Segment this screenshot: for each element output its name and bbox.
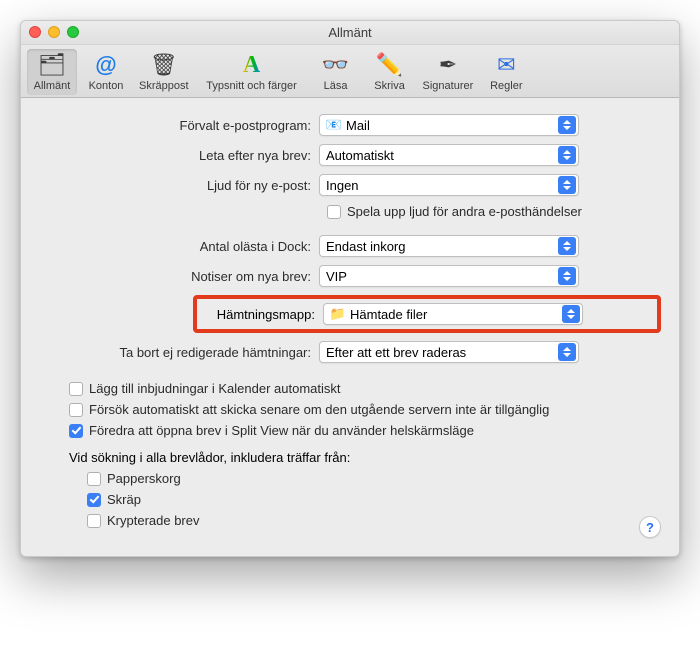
retry-send-checkbox[interactable]: Försök automatiskt att skicka senare om …: [69, 402, 661, 417]
checkbox-input[interactable]: [69, 403, 83, 417]
folder-icon: 📁: [330, 306, 346, 322]
calendar-invites-checkbox[interactable]: Lägg till inbjudningar i Kalender automa…: [69, 381, 661, 396]
general-options: Lägg till inbjudningar i Kalender automa…: [39, 381, 661, 438]
chevron-updown-icon: [558, 146, 576, 164]
toolbar-tab-general[interactable]: 🗂 Allmänt: [27, 49, 77, 95]
checkbox-input[interactable]: [87, 493, 101, 507]
check-mail-label: Leta efter nya brev:: [39, 148, 319, 163]
select-value: VIP: [326, 269, 558, 284]
toolbar-label: Signaturer: [423, 80, 474, 92]
help-button[interactable]: ?: [639, 516, 661, 538]
search-encrypted-checkbox[interactable]: Krypterade brev: [87, 513, 661, 528]
toolbar-label: Allmänt: [34, 80, 71, 92]
chevron-updown-icon: [558, 237, 576, 255]
split-view-checkbox[interactable]: Föredra att öppna brev i Split View när …: [69, 423, 661, 438]
mail-icon: 📧: [326, 117, 342, 133]
play-other-sounds-checkbox[interactable]: Spela upp ljud för andra e-posthändelser: [327, 204, 582, 219]
search-section: Vid sökning i alla brevlådor, inkludera …: [39, 450, 661, 528]
remove-downloads-label: Ta bort ej redigerade hämtningar:: [39, 345, 319, 360]
toolbar-tab-fonts[interactable]: A Typsnitt och färger: [197, 49, 307, 95]
downloads-label: Hämtningsmapp:: [203, 307, 323, 322]
checkbox-label: Spela upp ljud för andra e-posthändelser: [347, 204, 582, 219]
checkbox-input[interactable]: [87, 472, 101, 486]
window-controls: [29, 26, 79, 38]
toolbar-label: Typsnitt och färger: [206, 80, 297, 92]
accounts-icon: @: [90, 51, 122, 79]
checkbox-label: Föredra att öppna brev i Split View när …: [89, 423, 474, 438]
checkbox-input[interactable]: [87, 514, 101, 528]
toolbar-tab-signatures[interactable]: ✒︎ Signaturer: [419, 49, 478, 95]
titlebar: Allmänt: [21, 21, 679, 45]
search-trash-checkbox[interactable]: Papperskorg: [87, 471, 661, 486]
toolbar-tab-rules[interactable]: ✉︎ Regler: [481, 49, 531, 95]
toolbar-label: Regler: [490, 80, 522, 92]
help-label: ?: [646, 520, 654, 535]
toolbar-label: Skriva: [374, 80, 405, 92]
downloads-highlight: Hämtningsmapp: 📁 Hämtade filer: [193, 295, 661, 333]
write-icon: ✏️: [374, 51, 406, 79]
toolbar-label: Konton: [89, 80, 124, 92]
search-junk-checkbox[interactable]: Skräp: [87, 492, 661, 507]
preferences-window: Allmänt 🗂 Allmänt @ Konton 🗑 Skräppost A…: [20, 20, 680, 557]
toolbar-label: Läsa: [324, 80, 348, 92]
dock-unread-label: Antal olästa i Dock:: [39, 239, 319, 254]
select-value: Ingen: [326, 178, 558, 193]
downloads-select[interactable]: 📁 Hämtade filer: [323, 303, 583, 325]
fonts-icon: A: [236, 51, 268, 79]
signatures-icon: ✒︎: [432, 51, 464, 79]
toolbar-tab-accounts[interactable]: @ Konton: [81, 49, 131, 95]
toolbar-tab-read[interactable]: 👓 Läsa: [311, 49, 361, 95]
checkbox-input[interactable]: [69, 382, 83, 396]
chevron-updown-icon: [558, 176, 576, 194]
checkbox-label: Papperskorg: [107, 471, 181, 486]
checkbox-label: Skräp: [107, 492, 141, 507]
close-icon[interactable]: [29, 26, 41, 38]
junk-icon: 🗑: [148, 51, 180, 79]
toolbar: 🗂 Allmänt @ Konton 🗑 Skräppost A Typsnit…: [21, 45, 679, 98]
toolbar-tab-write[interactable]: ✏️ Skriva: [365, 49, 415, 95]
default-client-select[interactable]: 📧 Mail: [319, 114, 579, 136]
checkbox-label: Lägg till inbjudningar i Kalender automa…: [89, 381, 341, 396]
toolbar-label: Skräppost: [139, 80, 189, 92]
dock-unread-select[interactable]: Endast inkorg: [319, 235, 579, 257]
minimize-icon[interactable]: [48, 26, 60, 38]
content-pane: Förvalt e-postprogram: 📧 Mail Leta efter…: [21, 98, 679, 556]
new-mail-sound-label: Ljud för ny e-post:: [39, 178, 319, 193]
default-client-label: Förvalt e-postprogram:: [39, 118, 319, 133]
select-value: Efter att ett brev raderas: [326, 345, 558, 360]
toolbar-tab-junk[interactable]: 🗑 Skräppost: [135, 49, 193, 95]
general-icon: 🗂: [36, 51, 68, 79]
search-heading: Vid sökning i alla brevlådor, inkludera …: [69, 450, 661, 465]
notifications-label: Notiser om nya brev:: [39, 269, 319, 284]
checkbox-label: Försök automatiskt att skicka senare om …: [89, 402, 549, 417]
checkbox-input[interactable]: [69, 424, 83, 438]
read-icon: 👓: [320, 51, 352, 79]
select-value: Hämtade filer: [350, 307, 562, 322]
check-mail-select[interactable]: Automatiskt: [319, 144, 579, 166]
select-value: Endast inkorg: [326, 239, 558, 254]
chevron-updown-icon: [558, 116, 576, 134]
chevron-updown-icon: [558, 343, 576, 361]
checkbox-label: Krypterade brev: [107, 513, 200, 528]
chevron-updown-icon: [558, 267, 576, 285]
select-value: Automatiskt: [326, 148, 558, 163]
rules-icon: ✉︎: [490, 51, 522, 79]
notifications-select[interactable]: VIP: [319, 265, 579, 287]
remove-downloads-select[interactable]: Efter att ett brev raderas: [319, 341, 579, 363]
chevron-updown-icon: [562, 305, 580, 323]
new-mail-sound-select[interactable]: Ingen: [319, 174, 579, 196]
select-value: Mail: [346, 118, 558, 133]
checkbox-input[interactable]: [327, 205, 341, 219]
window-title: Allmänt: [328, 25, 371, 40]
zoom-icon[interactable]: [67, 26, 79, 38]
